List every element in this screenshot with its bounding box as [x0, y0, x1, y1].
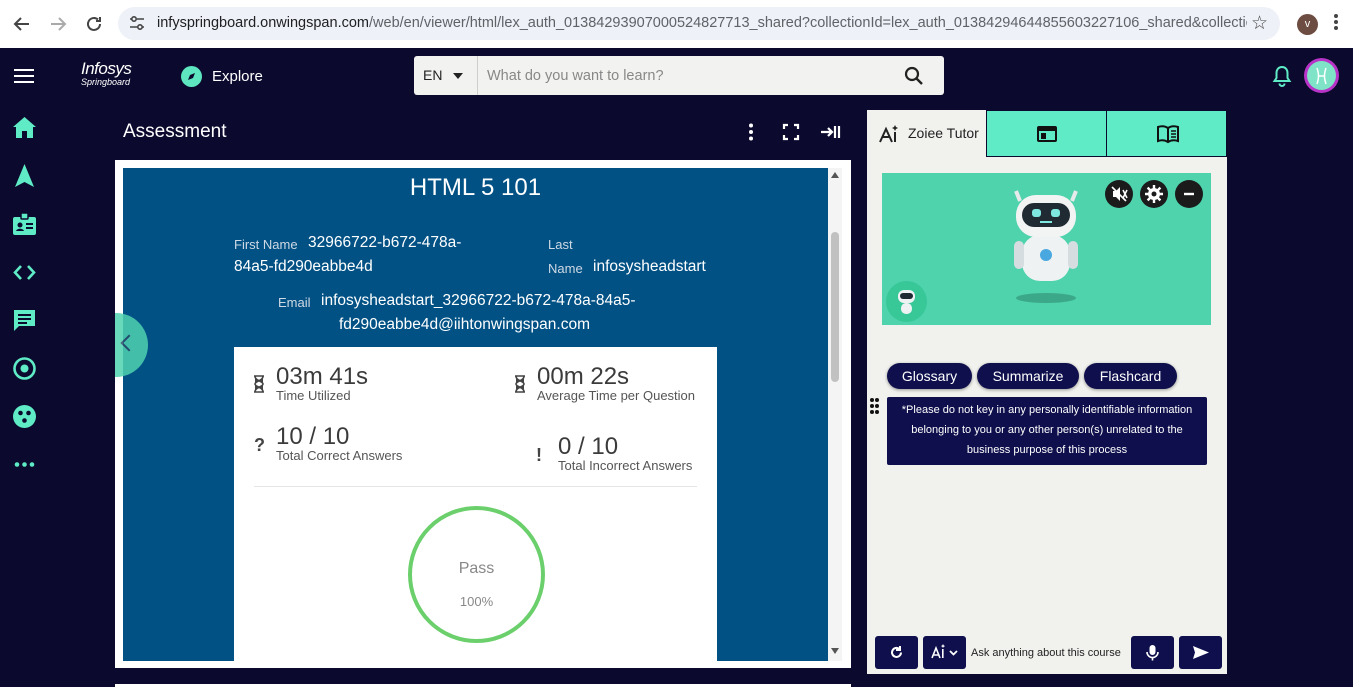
chat-icon[interactable] — [12, 308, 37, 333]
web-window-icon — [1036, 124, 1057, 144]
result-percentage: 100% — [459, 594, 494, 609]
browser-profile-avatar[interactable]: v — [1297, 14, 1318, 35]
email-label: Email — [278, 295, 311, 310]
last-name-label-line2: Name — [548, 261, 583, 276]
question-mark-icon: ? — [254, 435, 265, 455]
result-panel: HTML 5 101 First Name 32966722-b672-478a… — [123, 168, 828, 661]
tab-zoiee-label: Zoiee Tutor — [908, 125, 979, 141]
divider — [254, 486, 697, 487]
correct-answers-label: Total Correct Answers — [276, 448, 403, 463]
more-icon[interactable] — [12, 452, 37, 477]
url-text: infyspringboard.onwingspan.com/web/en/vi… — [157, 15, 1247, 31]
hourglass-icon — [514, 375, 526, 398]
fullscreen-icon[interactable] — [781, 122, 801, 142]
robot-avatar-icon[interactable] — [886, 281, 927, 322]
chat-composer — [874, 632, 1224, 672]
tutor-video — [882, 173, 1211, 325]
collapse-panel-icon[interactable] — [820, 122, 841, 142]
flashcard-chip[interactable]: Flashcard — [1084, 363, 1177, 389]
target-icon[interactable] — [12, 356, 37, 381]
correct-answers-value: 10 / 10 — [276, 423, 350, 450]
mode-select-button[interactable] — [923, 636, 966, 669]
ai-sparkle-icon — [878, 123, 900, 145]
site-settings-icon[interactable] — [128, 14, 146, 32]
ai-mode-chevron-icon — [931, 644, 958, 659]
refresh-icon — [891, 646, 902, 658]
scrollbar-thumb[interactable] — [831, 232, 839, 382]
notification-bell-icon[interactable] — [1272, 65, 1292, 87]
browser-toolbar: infyspringboard.onwingspan.com/web/en/vi… — [0, 0, 1353, 48]
score-card: 03m 41s Time Utilized 00m 22s Average Ti… — [234, 347, 717, 661]
search-bar: EN — [414, 56, 944, 95]
user-avatar[interactable] — [1304, 58, 1339, 93]
reset-chat-button[interactable] — [875, 636, 918, 669]
explore-link[interactable]: Explore — [181, 65, 263, 87]
quiz-title: HTML 5 101 — [409, 174, 542, 201]
page-title: Assessment — [123, 121, 227, 142]
average-time-value: 00m 22s — [537, 363, 630, 390]
tab-web-view[interactable] — [986, 110, 1107, 157]
pass-ring: Pass 100% — [408, 506, 545, 643]
time-utilized-value: 03m 41s — [276, 363, 369, 390]
home-icon[interactable] — [12, 115, 37, 140]
language-value: EN — [423, 67, 443, 83]
more-vertical-icon[interactable] — [741, 122, 761, 142]
time-utilized-label: Time Utilized — [276, 388, 351, 403]
first-name-value-line1: 32966722-b672-478a- — [308, 234, 462, 251]
first-name-value-line2: 84a5-fd290eabbe4d — [234, 258, 373, 275]
explore-label: Explore — [212, 67, 263, 85]
drag-handle-icon[interactable] — [870, 398, 880, 416]
settings-gear-icon[interactable] — [1140, 180, 1168, 208]
incorrect-answers-label: Total Incorrect Answers — [558, 458, 693, 473]
community-icon[interactable] — [12, 404, 37, 429]
last-name-label-line1: Last — [548, 237, 573, 252]
send-button[interactable] — [1179, 636, 1222, 669]
tab-notebook[interactable] — [1106, 110, 1227, 157]
send-icon — [1193, 646, 1209, 659]
exclamation-icon: ! — [536, 445, 542, 465]
chat-input[interactable] — [971, 641, 1131, 665]
forward-arrow-icon[interactable] — [46, 12, 70, 36]
last-name-value: infosysheadstart — [593, 258, 706, 275]
infosys-springboard-logo[interactable]: Infosys Springboard — [81, 60, 132, 87]
scroll-up-arrow-icon[interactable] — [831, 172, 839, 178]
tutor-panel: Zoiee Tutor Glossary Summarize Flashcard… — [867, 110, 1227, 674]
incorrect-answers-value: 0 / 10 — [558, 433, 619, 460]
glossary-chip[interactable]: Glossary — [887, 363, 972, 389]
caret-down-icon — [453, 73, 463, 79]
bookmark-star-icon[interactable]: ☆ — [1251, 12, 1268, 35]
chevron-left-icon — [120, 334, 138, 352]
privacy-notice: *Please do not key in any personally ide… — [887, 397, 1207, 465]
first-name-label: First Name — [234, 237, 298, 252]
mute-icon[interactable] — [1105, 180, 1133, 208]
microphone-icon — [1146, 645, 1159, 661]
scroll-down-arrow-icon[interactable] — [831, 648, 839, 654]
average-time-label: Average Time per Question — [537, 388, 696, 403]
tab-zoiee-tutor[interactable]: Zoiee Tutor — [867, 110, 986, 157]
email-value-line1: infosysheadstart_32966722-b672-478a-84a5… — [321, 292, 636, 309]
result-status: Pass — [458, 560, 495, 577]
assessment-viewer: HTML 5 101 First Name 32966722-b672-478a… — [115, 160, 851, 668]
search-icon[interactable] — [904, 66, 924, 86]
address-bar[interactable]: infyspringboard.onwingspan.com/web/en/vi… — [118, 7, 1280, 40]
minimize-icon[interactable] — [1175, 180, 1203, 208]
hourglass-icon — [253, 375, 265, 398]
navigation-arrow-icon[interactable] — [12, 163, 37, 188]
email-value-line2: fd290eabbe4d@iihtonwingspan.com — [339, 316, 590, 333]
open-book-icon — [1156, 124, 1179, 144]
reload-icon[interactable] — [82, 12, 106, 36]
browser-menu-icon[interactable] — [1333, 12, 1339, 34]
language-select[interactable]: EN — [414, 56, 478, 95]
compass-icon — [181, 65, 202, 87]
microphone-button[interactable] — [1131, 636, 1174, 669]
back-arrow-icon[interactable] — [10, 12, 34, 36]
search-input[interactable] — [478, 56, 898, 95]
id-badge-icon[interactable] — [12, 212, 37, 237]
tutor-tab-bar: Zoiee Tutor — [867, 110, 1227, 157]
code-icon[interactable] — [12, 260, 37, 285]
summarize-chip[interactable]: Summarize — [977, 363, 1079, 389]
menu-icon[interactable] — [14, 69, 34, 83]
